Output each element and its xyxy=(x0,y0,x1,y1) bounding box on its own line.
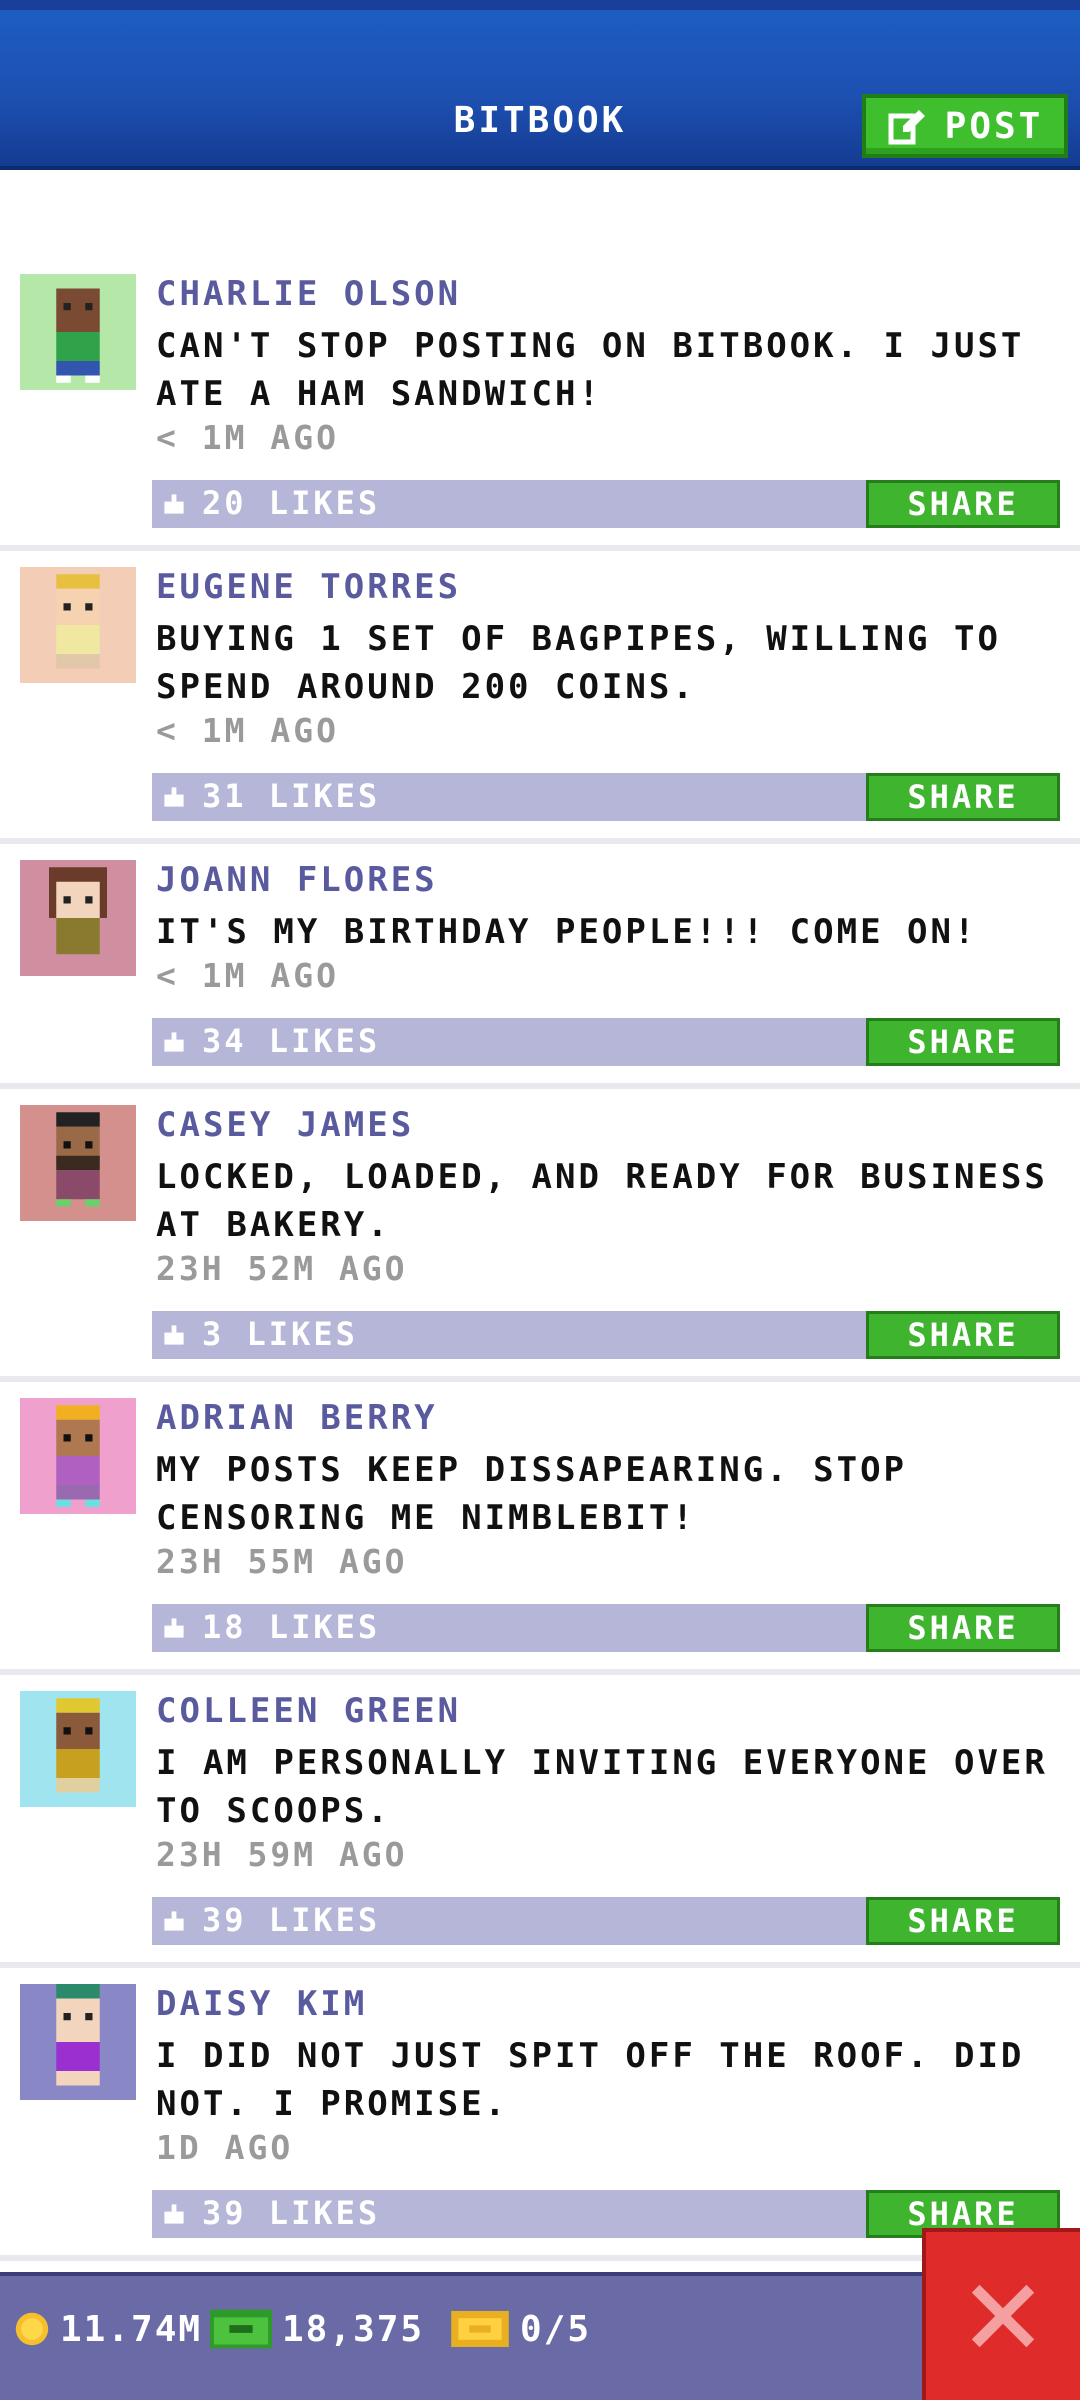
like-bar[interactable]: 34 LIKES SHARE xyxy=(152,1018,1060,1066)
post-message: LOCKED, LOADED, AND READY FOR BUSINESS A… xyxy=(156,1157,1048,1245)
bux-stat[interactable]: 18,375 xyxy=(210,2304,424,2354)
thumbs-up-icon xyxy=(164,1032,184,1052)
share-button[interactable]: SHARE xyxy=(866,1311,1060,1359)
post-item: CASEY JAMES LOCKED, LOADED, AND READY FO… xyxy=(0,1105,1080,1382)
likes-count: 18 LIKES xyxy=(202,1608,381,1646)
post-timestamp: < 1M AGO xyxy=(156,711,339,750)
post-author[interactable]: COLLEEN GREEN xyxy=(156,1691,461,1731)
thumbs-up-icon xyxy=(164,494,184,514)
post-timestamp: < 1M AGO xyxy=(156,956,339,995)
bux-value: 18,375 xyxy=(282,2308,425,2350)
tickets-stat[interactable]: 0/5 xyxy=(450,2304,591,2354)
post-button-label: POST xyxy=(944,105,1044,147)
avatar[interactable] xyxy=(20,274,136,390)
like-bar[interactable]: 39 LIKES SHARE xyxy=(152,1897,1060,1945)
thumbs-up-icon xyxy=(164,787,184,807)
like-bar[interactable]: 20 LIKES SHARE xyxy=(152,480,1060,528)
share-button[interactable]: SHARE xyxy=(866,1897,1060,1945)
avatar[interactable] xyxy=(20,1105,136,1221)
post-timestamp: 23H 55M AGO xyxy=(156,1542,408,1581)
thumbs-up-icon xyxy=(164,1911,184,1931)
post-message: I DID NOT JUST SPIT OFF THE ROOF. DID NO… xyxy=(156,2036,1025,2124)
person-avatar-icon xyxy=(49,867,107,955)
post-author[interactable]: CASEY JAMES xyxy=(156,1105,414,1145)
thumbs-up-icon xyxy=(164,1325,184,1345)
post-timestamp: 23H 59M AGO xyxy=(156,1835,408,1874)
header-top-line xyxy=(0,0,1080,10)
person-avatar-icon xyxy=(56,1405,100,1507)
coins-value: 11.74M xyxy=(60,2308,203,2350)
avatar[interactable] xyxy=(20,1398,136,1514)
post-timestamp: 23H 52M AGO xyxy=(156,1249,408,1288)
coin-icon xyxy=(15,2312,49,2346)
post-author[interactable]: CHARLIE OLSON xyxy=(156,274,461,314)
ticket-icon xyxy=(451,2311,509,2347)
tickets-value: 0/5 xyxy=(520,2308,592,2350)
like-bar[interactable]: 18 LIKES SHARE xyxy=(152,1604,1060,1652)
post-message: BUYING 1 SET OF BAGPIPES, WILLING TO SPE… xyxy=(156,619,1001,707)
like-bar[interactable]: 3 LIKES SHARE xyxy=(152,1311,1060,1359)
share-button[interactable]: SHARE xyxy=(866,1604,1060,1652)
coins-stat[interactable]: 11.74M xyxy=(14,2304,202,2354)
avatar[interactable] xyxy=(20,1984,136,2100)
likes-count: 34 LIKES xyxy=(202,1022,381,1060)
post-author[interactable]: EUGENE TORRES xyxy=(156,567,461,607)
app-header: BITBOOK POST xyxy=(0,0,1080,170)
post-message: MY POSTS KEEP DISSAPEARING. STOP CENSORI… xyxy=(156,1450,908,1538)
post-item: ADRIAN BERRY MY POSTS KEEP DISSAPEARING.… xyxy=(0,1398,1080,1675)
post-author[interactable]: DAISY KIM xyxy=(156,1984,367,2024)
post-item: EUGENE TORRES BUYING 1 SET OF BAGPIPES, … xyxy=(0,567,1080,844)
likes-count: 39 LIKES xyxy=(202,2194,381,2232)
post-message: IT'S MY BIRTHDAY PEOPLE!!! COME ON! xyxy=(156,912,978,952)
post-button[interactable]: POST xyxy=(862,94,1068,158)
share-button[interactable]: SHARE xyxy=(866,480,1060,528)
thumbs-up-icon xyxy=(164,2204,184,2224)
post-item: DAISY KIM I DID NOT JUST SPIT OFF THE RO… xyxy=(0,1984,1080,2261)
close-button[interactable] xyxy=(922,2228,1080,2400)
post-timestamp: < 1M AGO xyxy=(156,418,339,457)
likes-count: 20 LIKES xyxy=(202,484,381,522)
edit-icon xyxy=(888,110,925,145)
avatar[interactable] xyxy=(20,567,136,683)
post-message: CAN'T STOP POSTING ON BITBOOK. I JUST AT… xyxy=(156,326,1025,414)
person-avatar-icon xyxy=(56,1698,100,1793)
person-avatar-icon xyxy=(56,574,100,669)
post-item: JOANN FLORES IT'S MY BIRTHDAY PEOPLE!!! … xyxy=(0,860,1080,1089)
person-avatar-icon xyxy=(56,1112,100,1207)
share-button[interactable]: SHARE xyxy=(866,1018,1060,1066)
like-bar[interactable]: 31 LIKES SHARE xyxy=(152,773,1060,821)
thumbs-up-icon xyxy=(164,1618,184,1638)
post-author[interactable]: ADRIAN BERRY xyxy=(156,1398,438,1438)
avatar[interactable] xyxy=(20,1691,136,1807)
post-message: I AM PERSONALLY INVITING EVERYONE OVER T… xyxy=(156,1743,1048,1831)
post-item: CHARLIE OLSON CAN'T STOP POSTING ON BITB… xyxy=(0,274,1080,551)
person-avatar-icon xyxy=(56,288,100,383)
resource-bar: 11.74M 18,375 0/5 xyxy=(0,2272,1080,2400)
cash-icon xyxy=(210,2309,272,2349)
post-item: COLLEEN GREEN I AM PERSONALLY INVITING E… xyxy=(0,1691,1080,1968)
post-timestamp: 1D AGO xyxy=(156,2128,294,2167)
share-button[interactable]: SHARE xyxy=(866,773,1060,821)
post-author[interactable]: JOANN FLORES xyxy=(156,860,438,900)
close-icon xyxy=(971,2284,1035,2348)
person-avatar-icon xyxy=(56,1984,100,2086)
avatar[interactable] xyxy=(20,860,136,976)
likes-count: 39 LIKES xyxy=(202,1901,381,1939)
likes-count: 31 LIKES xyxy=(202,777,381,815)
likes-count: 3 LIKES xyxy=(202,1315,358,1353)
